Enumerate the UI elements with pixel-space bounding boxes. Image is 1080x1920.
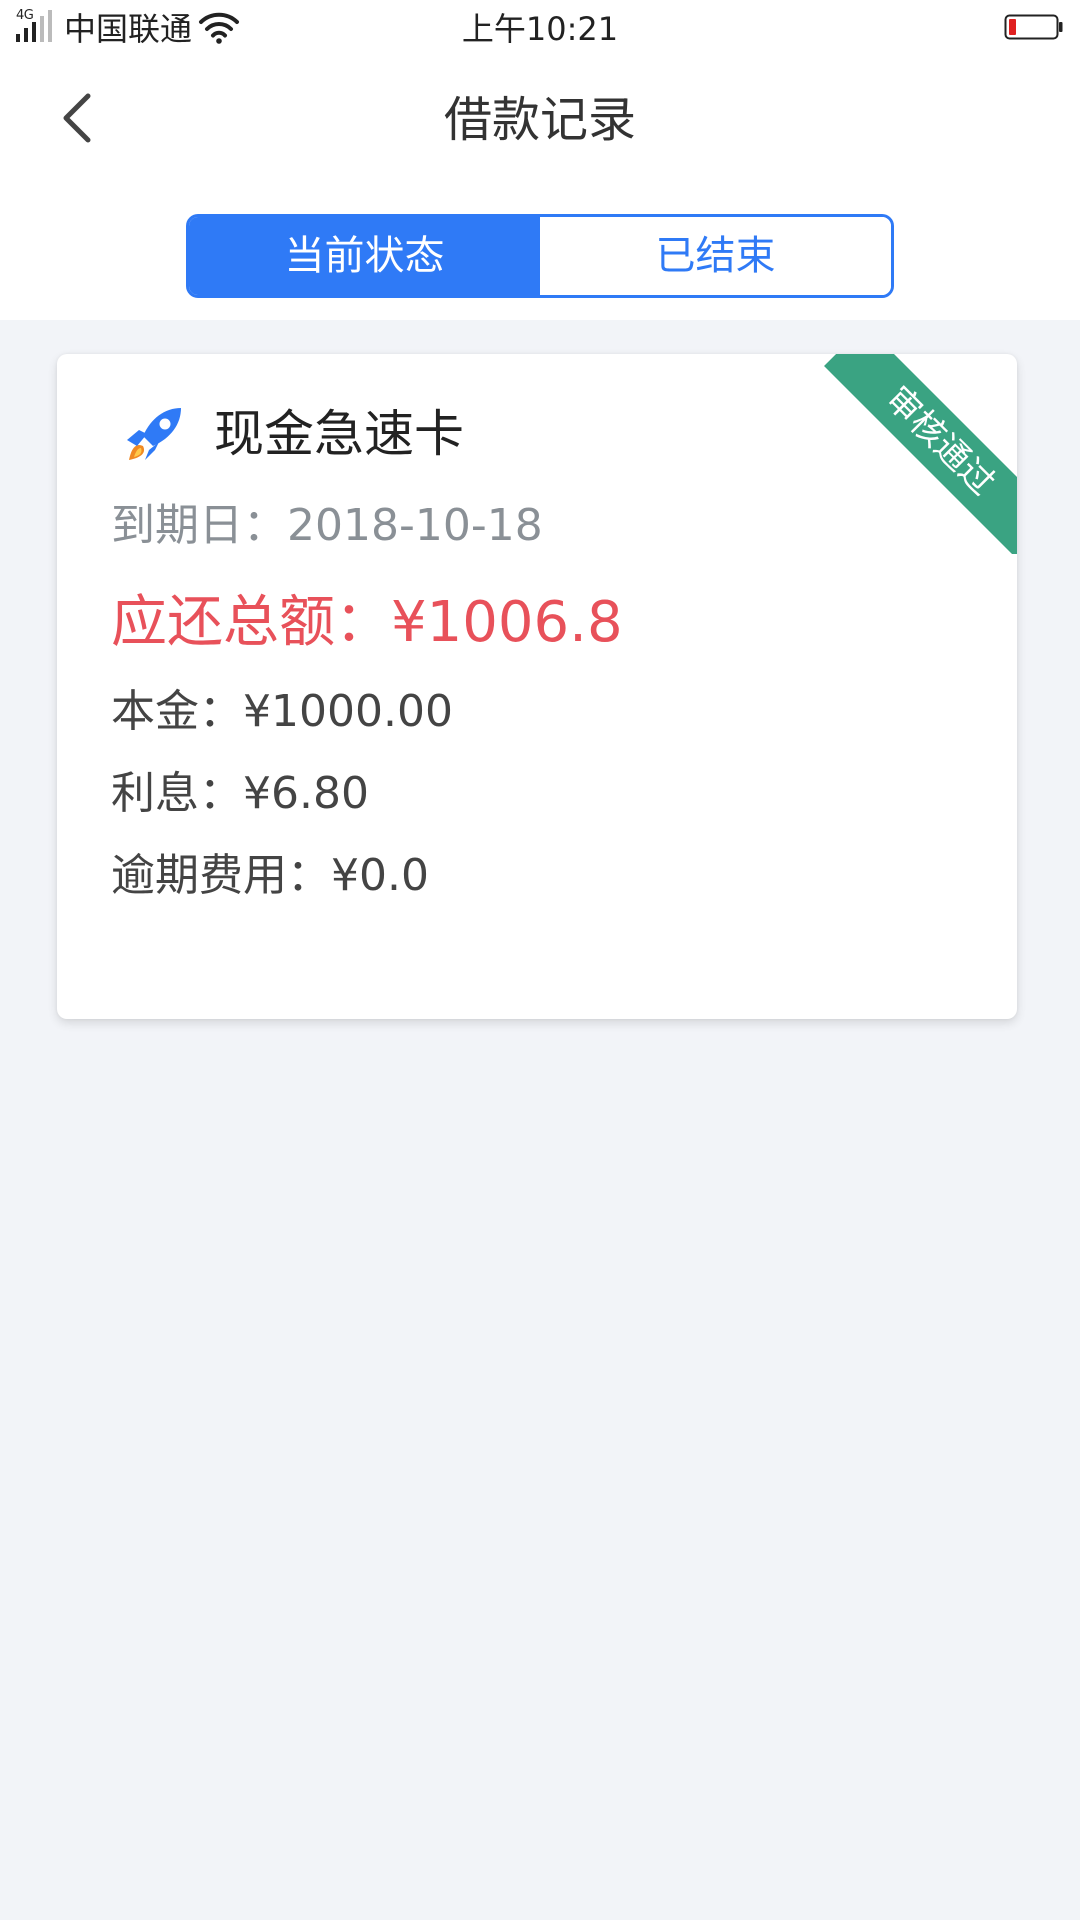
principal-label: 本金： xyxy=(111,686,243,737)
due-date-row: 到期日：2018-10-18 xyxy=(111,500,543,552)
battery-icon xyxy=(1004,14,1063,40)
interest-label: 利息： xyxy=(111,768,243,819)
tab-current-status[interactable]: 当前状态 xyxy=(189,217,540,295)
principal-row: 本金：¥1000.00 xyxy=(111,686,453,738)
overdue-fee-row: 逾期费用：¥0.0 xyxy=(111,850,429,902)
total-amount-value: ¥1006.8 xyxy=(391,590,623,655)
due-date-value: 2018-10-18 xyxy=(287,500,543,551)
total-amount-label: 应还总额： xyxy=(111,590,391,655)
loan-card[interactable]: 审核通过 现金急速卡 到期日：2018-10-18 应还总额：¥1006.8 本… xyxy=(57,354,1017,1019)
interest-value: ¥6.80 xyxy=(243,768,369,819)
tabs-area: 当前状态 已结束 xyxy=(0,178,1080,320)
product-name: 现金急速卡 xyxy=(214,405,464,463)
segmented-control: 当前状态 已结束 xyxy=(186,214,894,298)
status-bar: 4G 中国联通 上午10:21 xyxy=(0,0,1080,58)
tab-finished[interactable]: 已结束 xyxy=(540,217,891,295)
rocket-icon xyxy=(127,408,181,460)
total-amount-row: 应还总额：¥1006.8 xyxy=(111,590,623,656)
nav-bar: 借款记录 xyxy=(0,58,1080,178)
due-date-label: 到期日： xyxy=(111,500,287,551)
ribbon-label: 审核通过 xyxy=(824,354,1017,554)
status-time: 上午10:21 xyxy=(461,10,619,48)
overdue-fee-label: 逾期费用： xyxy=(111,850,331,901)
principal-value: ¥1000.00 xyxy=(243,686,453,737)
overdue-fee-value: ¥0.0 xyxy=(331,850,429,901)
page-title: 借款记录 xyxy=(443,92,636,148)
status-ribbon: 审核通过 xyxy=(817,354,1017,554)
interest-row: 利息：¥6.80 xyxy=(111,768,369,820)
